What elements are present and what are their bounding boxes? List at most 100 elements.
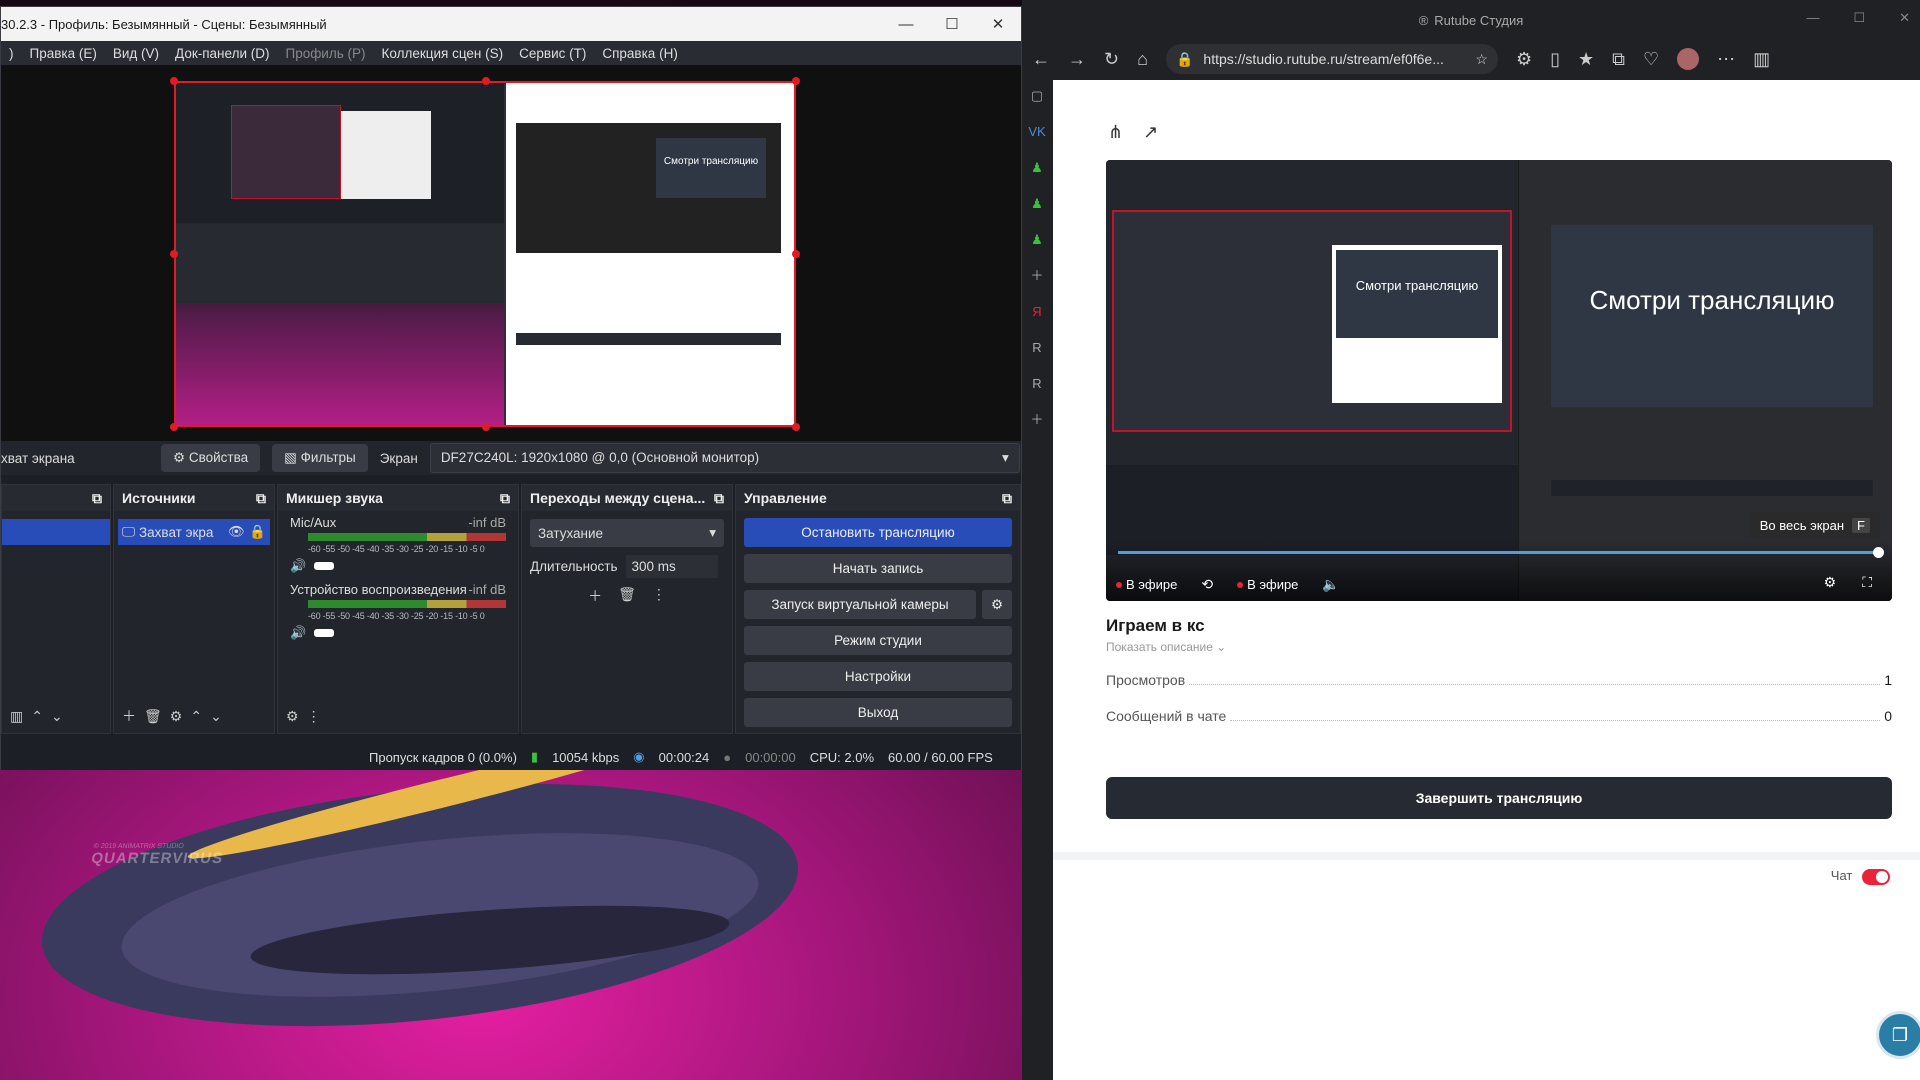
rewind-icon[interactable]: ⟲	[1201, 576, 1213, 593]
scene-item-selected[interactable]	[2, 519, 110, 545]
up-icon[interactable]: ⌃	[31, 708, 43, 725]
video-player[interactable]: Смотри трансляцию Смотри трансляцию Во в…	[1106, 160, 1892, 601]
tab-icon[interactable]: R	[1022, 366, 1052, 402]
gear-icon[interactable]: ⚙	[170, 708, 183, 725]
heart-icon[interactable]: ♡	[1643, 49, 1659, 70]
volume-slider[interactable]	[314, 629, 335, 637]
share-icon[interactable]: ⋔	[1108, 122, 1123, 143]
volume-icon[interactable]: 🔈	[1322, 576, 1339, 593]
menu-docks[interactable]: Док-панели (D)	[167, 46, 277, 61]
volume-icon[interactable]: 🔊	[290, 558, 306, 574]
yandex-icon[interactable]: Я	[1022, 294, 1052, 330]
extensions-icon[interactable]: ⚙	[1516, 49, 1532, 70]
down-icon[interactable]: ⌄	[51, 708, 63, 725]
menu-tools[interactable]: Сервис (T)	[511, 46, 594, 61]
eye-icon[interactable]: 👁	[228, 524, 245, 540]
obs-preview[interactable]: Смотри трансляцию	[1, 65, 1021, 441]
minimize-icon[interactable]: —	[1806, 10, 1819, 26]
home-icon[interactable]: ⌂	[1137, 49, 1148, 70]
add-icon[interactable]: ＋	[122, 706, 136, 726]
minimize-icon[interactable]: —	[883, 16, 929, 33]
favorites-icon[interactable]: ★	[1578, 49, 1594, 70]
resize-handle[interactable]	[170, 423, 178, 431]
add-icon[interactable]: ＋	[1022, 402, 1052, 438]
sidebar-icon[interactable]: ▥	[1753, 49, 1770, 70]
chat-toggle[interactable]	[1862, 868, 1890, 885]
add-icon[interactable]: ＋	[1022, 258, 1052, 294]
menu-view[interactable]: Вид (V)	[105, 46, 167, 61]
transition-select[interactable]: Затухание ▾	[530, 519, 724, 547]
settings-button[interactable]: Настройки	[744, 662, 1012, 691]
address-bar[interactable]: 🔒 https://studio.rutube.ru/stream/ef0f6e…	[1165, 44, 1498, 74]
menu-profile[interactable]: Профиль (P)	[277, 46, 373, 61]
video-progress[interactable]	[1118, 547, 1884, 558]
tab-icon[interactable]: ▢	[1022, 78, 1052, 114]
screen-select[interactable]: DF27C240L: 1920x1080 @ 0,0 (Основной мон…	[429, 443, 1020, 473]
more-icon[interactable]: ⋮	[307, 708, 321, 725]
exit-button[interactable]: Выход	[744, 698, 1012, 727]
up-icon[interactable]: ⌃	[190, 708, 202, 725]
favorite-icon[interactable]: ☆	[1475, 51, 1488, 68]
collections-icon[interactable]: ⧉	[1612, 49, 1625, 70]
vk-icon[interactable]: VK	[1022, 114, 1052, 150]
support-chat-button[interactable]: ❐	[1879, 1014, 1920, 1056]
filter-icon[interactable]: ▥	[10, 708, 23, 725]
more-icon[interactable]: ⋮	[652, 586, 666, 606]
resize-handle[interactable]	[482, 423, 490, 431]
live-badge[interactable]: В эфире	[1237, 577, 1298, 592]
preview-selected-source[interactable]: Смотри трансляцию	[174, 81, 796, 427]
gear-icon[interactable]: ⚙	[982, 590, 1012, 619]
trash-icon[interactable]: 🗑	[144, 708, 162, 725]
menu-help[interactable]: Справка (H)	[594, 46, 685, 61]
maximize-icon[interactable]: ☐	[1853, 10, 1865, 26]
settings-icon[interactable]: ⚙	[286, 708, 299, 725]
close-icon[interactable]: ✕	[975, 15, 1021, 33]
show-description-link[interactable]: Показать описание ⌄	[1106, 640, 1226, 654]
undock-icon[interactable]: ⧉	[256, 485, 266, 511]
menu-edit[interactable]: Правка (E)	[22, 46, 105, 61]
resize-handle[interactable]	[792, 250, 800, 258]
maximize-icon[interactable]: ☐	[929, 15, 975, 33]
resize-handle[interactable]	[792, 423, 800, 431]
resize-handle[interactable]	[792, 77, 800, 85]
filters-button[interactable]: ▧ Фильтры	[272, 444, 368, 472]
stop-stream-button[interactable]: Остановить трансляцию	[744, 518, 1012, 547]
resize-handle[interactable]	[170, 250, 178, 258]
refresh-icon[interactable]: ↻	[1104, 49, 1119, 70]
undock-icon[interactable]: ⧉	[714, 485, 724, 511]
end-stream-button[interactable]: Завершить трансляцию	[1106, 777, 1892, 819]
virtual-cam-button[interactable]: Запуск виртуальной камеры	[744, 590, 976, 619]
tab-icon[interactable]: R	[1022, 330, 1052, 366]
external-link-icon[interactable]: ↗	[1143, 122, 1158, 143]
properties-button[interactable]: ⚙ Свойства	[161, 444, 261, 472]
fullscreen-icon[interactable]: ⛶	[1862, 574, 1872, 591]
source-item[interactable]: 🖵 Захват экра 👁 🔒	[118, 519, 270, 545]
tab-icon[interactable]: ♟	[1022, 150, 1052, 186]
avatar[interactable]	[1677, 48, 1700, 70]
tab-icon[interactable]: ♟	[1022, 222, 1052, 258]
duration-input[interactable]: 300 ms	[625, 555, 718, 578]
volume-icon[interactable]: 🔊	[290, 625, 306, 641]
menu-scene-collection[interactable]: Коллекция сцен (S)	[374, 46, 512, 61]
trash-icon[interactable]: 🗑	[618, 586, 636, 606]
lock-icon[interactable]: 🔒	[249, 524, 266, 540]
add-icon[interactable]: ＋	[588, 586, 602, 606]
volume-slider[interactable]	[314, 562, 335, 570]
split-screen-icon[interactable]: ▯	[1550, 49, 1560, 70]
resize-handle[interactable]	[170, 77, 178, 85]
resize-handle[interactable]	[482, 77, 490, 85]
start-record-button[interactable]: Начать запись	[744, 554, 1012, 583]
channel-level: -inf dB	[468, 582, 506, 597]
back-icon[interactable]: ←	[1032, 49, 1050, 70]
undock-icon[interactable]: ⧉	[1002, 485, 1012, 511]
undock-icon[interactable]: ⧉	[92, 485, 102, 511]
mixer-channel-2: Устройство воспроизведения -inf dB -60 -5…	[278, 578, 518, 645]
forward-icon[interactable]: →	[1068, 49, 1086, 70]
tab-icon[interactable]: ♟	[1022, 186, 1052, 222]
studio-mode-button[interactable]: Режим студии	[744, 626, 1012, 655]
close-icon[interactable]: ✕	[1899, 10, 1910, 26]
down-icon[interactable]: ⌄	[210, 708, 222, 725]
undock-icon[interactable]: ⧉	[500, 485, 510, 511]
settings-icon[interactable]: ⚙	[1824, 574, 1837, 591]
more-icon[interactable]: ⋯	[1717, 49, 1735, 70]
